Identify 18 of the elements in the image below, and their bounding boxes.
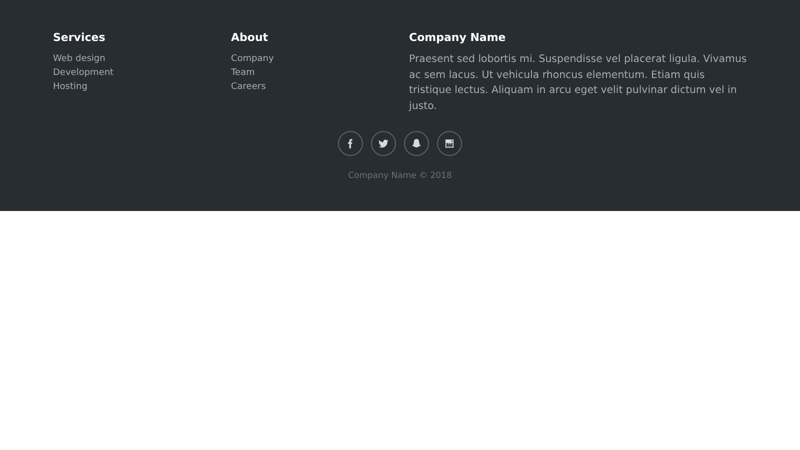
social-button[interactable] [404,131,429,156]
footer-link[interactable]: Web design [53,52,106,66]
column-heading: Services [53,30,106,46]
footer-link[interactable]: Team [231,66,255,80]
social-button[interactable] [437,131,462,156]
social-button[interactable] [371,131,396,156]
social-button[interactable] [338,131,363,156]
ghost-icon [410,137,423,150]
footer-link[interactable]: Company [231,52,274,66]
column-heading: About [231,30,268,46]
twitter-icon [377,137,390,150]
footer-link[interactable]: Hosting [53,80,88,94]
footer-link[interactable]: Development [53,66,114,80]
company-heading: Company Name [409,30,506,46]
footer-link[interactable]: Careers [231,80,266,94]
company-description: Praesent sed lobortis mi. Suspendisse vel placerat ligula. Vivamus ac sem lacus. Ut vehicula rhoncus elementum. Etiam quis tristique lectus. Aliquam in arcu eget velit pulvinar dictum vel in justo. [409,53,747,114]
copyright-text: Company Name © 2018 [348,171,452,181]
camera-icon [443,137,456,150]
